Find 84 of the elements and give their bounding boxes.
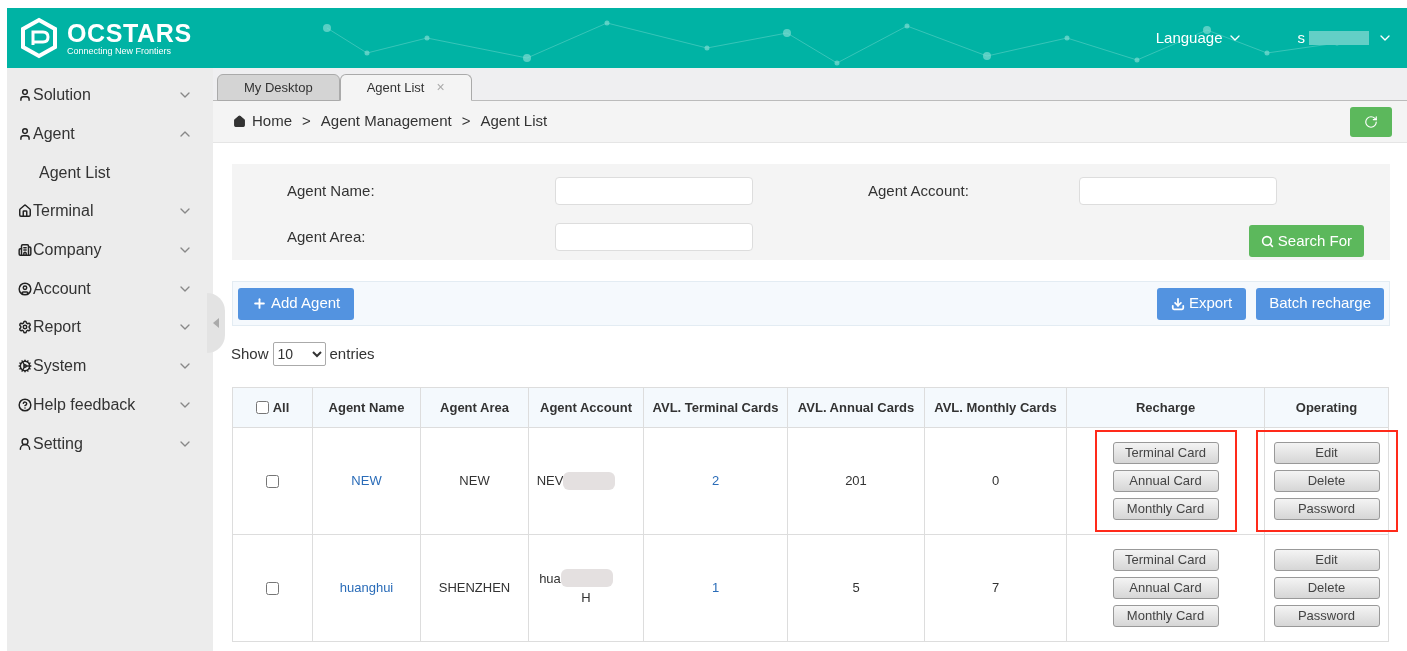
table-cell-text: 7 [991,579,1000,598]
row-checkbox[interactable] [266,474,279,488]
column-header: AVL. Monthly Cards [934,398,1057,417]
sidebar-subitem[interactable]: Agent List [7,153,213,193]
recharge-button[interactable]: Annual Card [1112,470,1219,492]
logo-icon [19,17,59,59]
recharge-button[interactable]: Monthly Card [1112,498,1219,520]
operation-button[interactable]: Edit [1273,549,1380,571]
field-label: Agent Area: [287,226,367,247]
search-icon [1260,234,1274,248]
sidebar-item[interactable]: Report [7,308,205,347]
sidebar-item[interactable]: Help feedback [7,385,205,425]
recharge-button[interactable]: Terminal Card [1112,549,1219,571]
building-icon [18,243,32,258]
field-label: Agent Name: [287,180,376,201]
tab[interactable]: My Desktop [217,74,340,101]
sidebar-item[interactable]: System [7,346,205,386]
sidebar-item[interactable]: Solution [7,76,205,115]
recharge-button[interactable]: Terminal Card [1112,442,1219,464]
column-header: Operating [1295,398,1358,417]
recharge-button[interactable]: Monthly Card [1112,605,1219,627]
column-header: Agent Account [540,398,632,417]
logo-tagline: Connecting New Frontiers [67,46,173,56]
entries-label: entries [329,343,375,364]
breadcrumb-separator: > [461,111,471,132]
table-cell-text: 201 [845,472,867,491]
sidebar-item[interactable]: Setting [7,424,205,463]
operation-button[interactable]: Delete [1273,577,1380,599]
table-cell-text: 2 [711,472,720,491]
redaction-blur [563,472,616,490]
cog-icon [18,359,32,374]
logo-text: OCSTARS [67,20,192,46]
table-cell-text: 1 [711,579,720,598]
select-all-checkbox[interactable] [255,401,269,414]
table-cell-text: SHENZHEN [438,579,511,598]
refresh-button[interactable] [1350,106,1392,137]
redaction-blur [560,569,613,588]
column-header: Agent Name [328,398,405,417]
sidebar-item[interactable]: Account [7,269,205,309]
table-cell-text: hua [539,569,561,588]
download-icon [1170,296,1185,311]
agent-name-link[interactable]: huanghui [339,578,394,598]
plus-icon [252,296,267,311]
entries-select[interactable]: 10 [272,342,326,366]
home-icon [18,204,32,219]
row-checkbox[interactable] [266,581,279,595]
sidebar-item[interactable]: Agent [7,114,205,154]
person-icon [18,436,32,451]
user-icon [18,127,32,142]
input-field[interactable] [1079,177,1277,205]
column-header: AVL. Annual Cards [797,398,915,417]
input-field[interactable] [555,177,753,205]
table-cell-text: 0 [991,472,1000,491]
table-cell: H [581,590,591,605]
help-icon [18,397,32,412]
operation-button[interactable]: Password [1273,498,1380,520]
column-header: All [272,398,290,417]
operation-button[interactable]: Delete [1273,470,1380,492]
sidebar-item[interactable]: Company [7,230,205,270]
breadcrumb-separator: > [302,111,311,132]
agent-name-link[interactable]: NEW [351,471,382,491]
column-header: Agent Area [440,398,509,417]
operation-button[interactable]: Edit [1273,442,1380,464]
show-label: Show [231,343,269,364]
table-cell-text: 5 [852,579,860,598]
account-icon [18,281,32,296]
operation-button[interactable]: Password [1273,605,1380,627]
column-header: AVL. Terminal Cards [652,398,779,417]
breadcrumb-link[interactable]: Home [252,110,292,133]
gear-icon [18,320,32,335]
table-cell-text: NEV [536,472,564,491]
home-icon [233,115,246,128]
field-label: Agent Account: [868,180,970,201]
table-cell-text: NEW [459,472,490,491]
tab[interactable]: Agent List × [339,74,472,101]
refresh-icon [1364,114,1378,129]
collapse-handle[interactable] [207,293,225,353]
user-icon [18,88,32,103]
column-header: Recharge [1135,398,1196,417]
recharge-button[interactable]: Annual Card [1112,577,1219,599]
sidebar-item[interactable]: Terminal [7,192,205,231]
breadcrumb-link[interactable]: Agent List [480,110,548,133]
input-field[interactable] [555,223,753,251]
breadcrumb-link[interactable]: Agent Management [320,110,452,133]
